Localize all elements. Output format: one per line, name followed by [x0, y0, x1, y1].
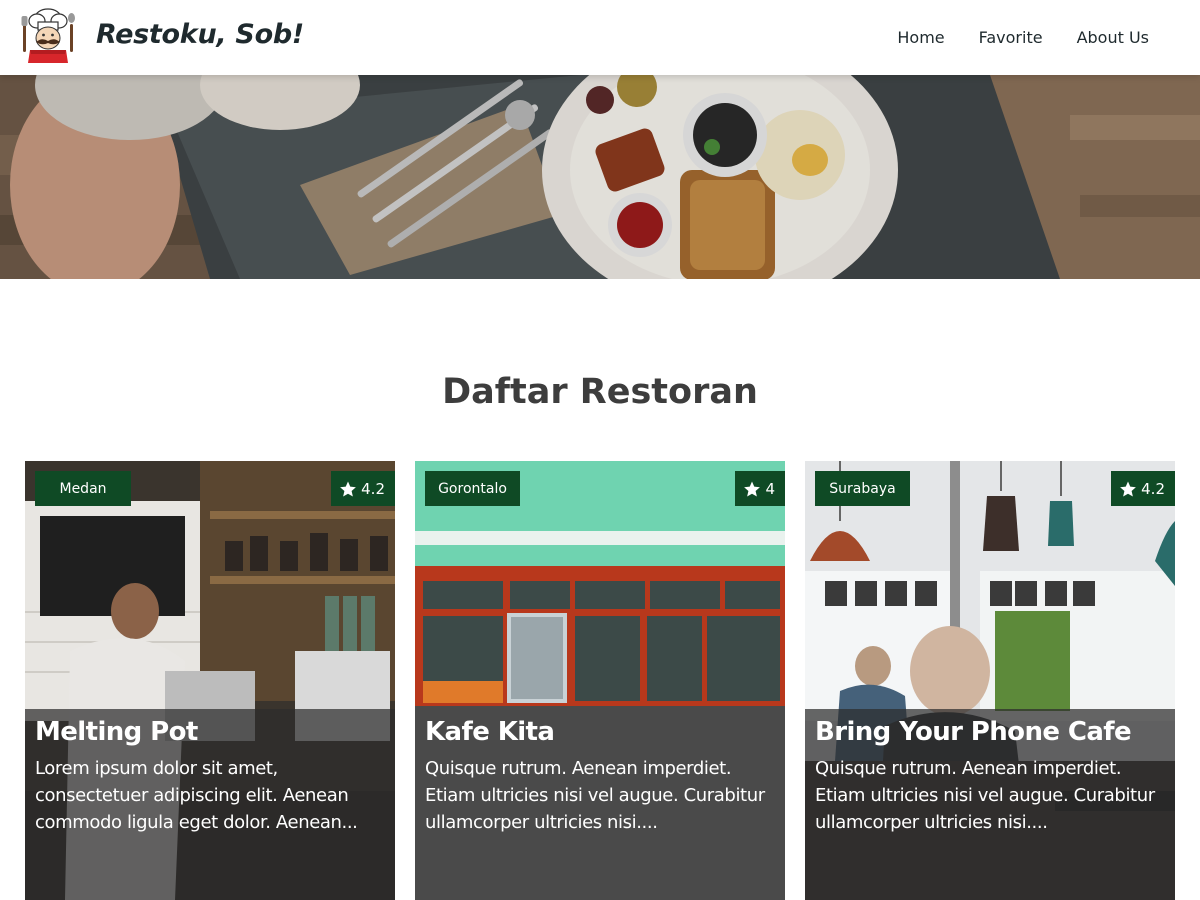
chef-mustache-logo-icon[interactable] — [18, 6, 78, 64]
rating-value: 4 — [765, 479, 775, 498]
rating-badge: 4 — [735, 471, 785, 506]
restaurant-card[interactable]: Gorontalo 4 Kafe Kita Quisque rutrum. Ae… — [415, 461, 785, 900]
restaurant-description: Quisque rutrum. Aenean imperdiet. Etiam … — [815, 758, 1155, 833]
restaurant-name[interactable]: Melting Pot — [35, 713, 385, 751]
main-nav: Home Favorite About Us — [880, 0, 1200, 75]
nav-favorite-link[interactable]: Favorite — [962, 18, 1060, 57]
restaurant-name[interactable]: Kafe Kita — [425, 713, 775, 751]
city-tag: Medan — [35, 471, 131, 506]
rating-badge: 4.2 — [1111, 471, 1175, 506]
card-info: Kafe Kita Quisque rutrum. Aenean imperdi… — [415, 709, 785, 900]
restaurant-card[interactable]: Medan 4.2 Melting Pot Lorem ipsum dolor … — [25, 461, 395, 900]
brand-title: Restoku, Sob! — [96, 19, 304, 50]
rating-value: 4.2 — [361, 479, 385, 498]
nav-home-link[interactable]: Home — [880, 18, 961, 57]
city-tag: Surabaya — [815, 471, 910, 506]
rating-value: 4.2 — [1141, 479, 1165, 498]
restaurant-description: Quisque rutrum. Aenean imperdiet. Etiam … — [425, 758, 765, 833]
nav-about-us-link[interactable]: About Us — [1060, 18, 1166, 57]
restaurant-card[interactable]: Surabaya 4.2 Bring Your Phone Cafe Quisq… — [805, 461, 1175, 900]
star-icon — [1120, 481, 1137, 496]
city-tag: Gorontalo — [425, 471, 520, 506]
card-info: Bring Your Phone Cafe Quisque rutrum. Ae… — [805, 709, 1175, 900]
restaurant-description: Lorem ipsum dolor sit amet, consectetuer… — [35, 758, 358, 833]
card-info: Melting Pot Lorem ipsum dolor sit amet, … — [25, 709, 395, 900]
rating-badge: 4.2 — [331, 471, 395, 506]
section-title: Daftar Restoran — [442, 372, 758, 412]
restaurant-name[interactable]: Bring Your Phone Cafe — [815, 713, 1165, 751]
star-icon — [744, 481, 761, 496]
breakfast-table-hero-image — [0, 75, 1200, 279]
app-header: Restoku, Sob! Home Favorite About Us — [0, 0, 1200, 75]
star-icon — [340, 481, 357, 496]
